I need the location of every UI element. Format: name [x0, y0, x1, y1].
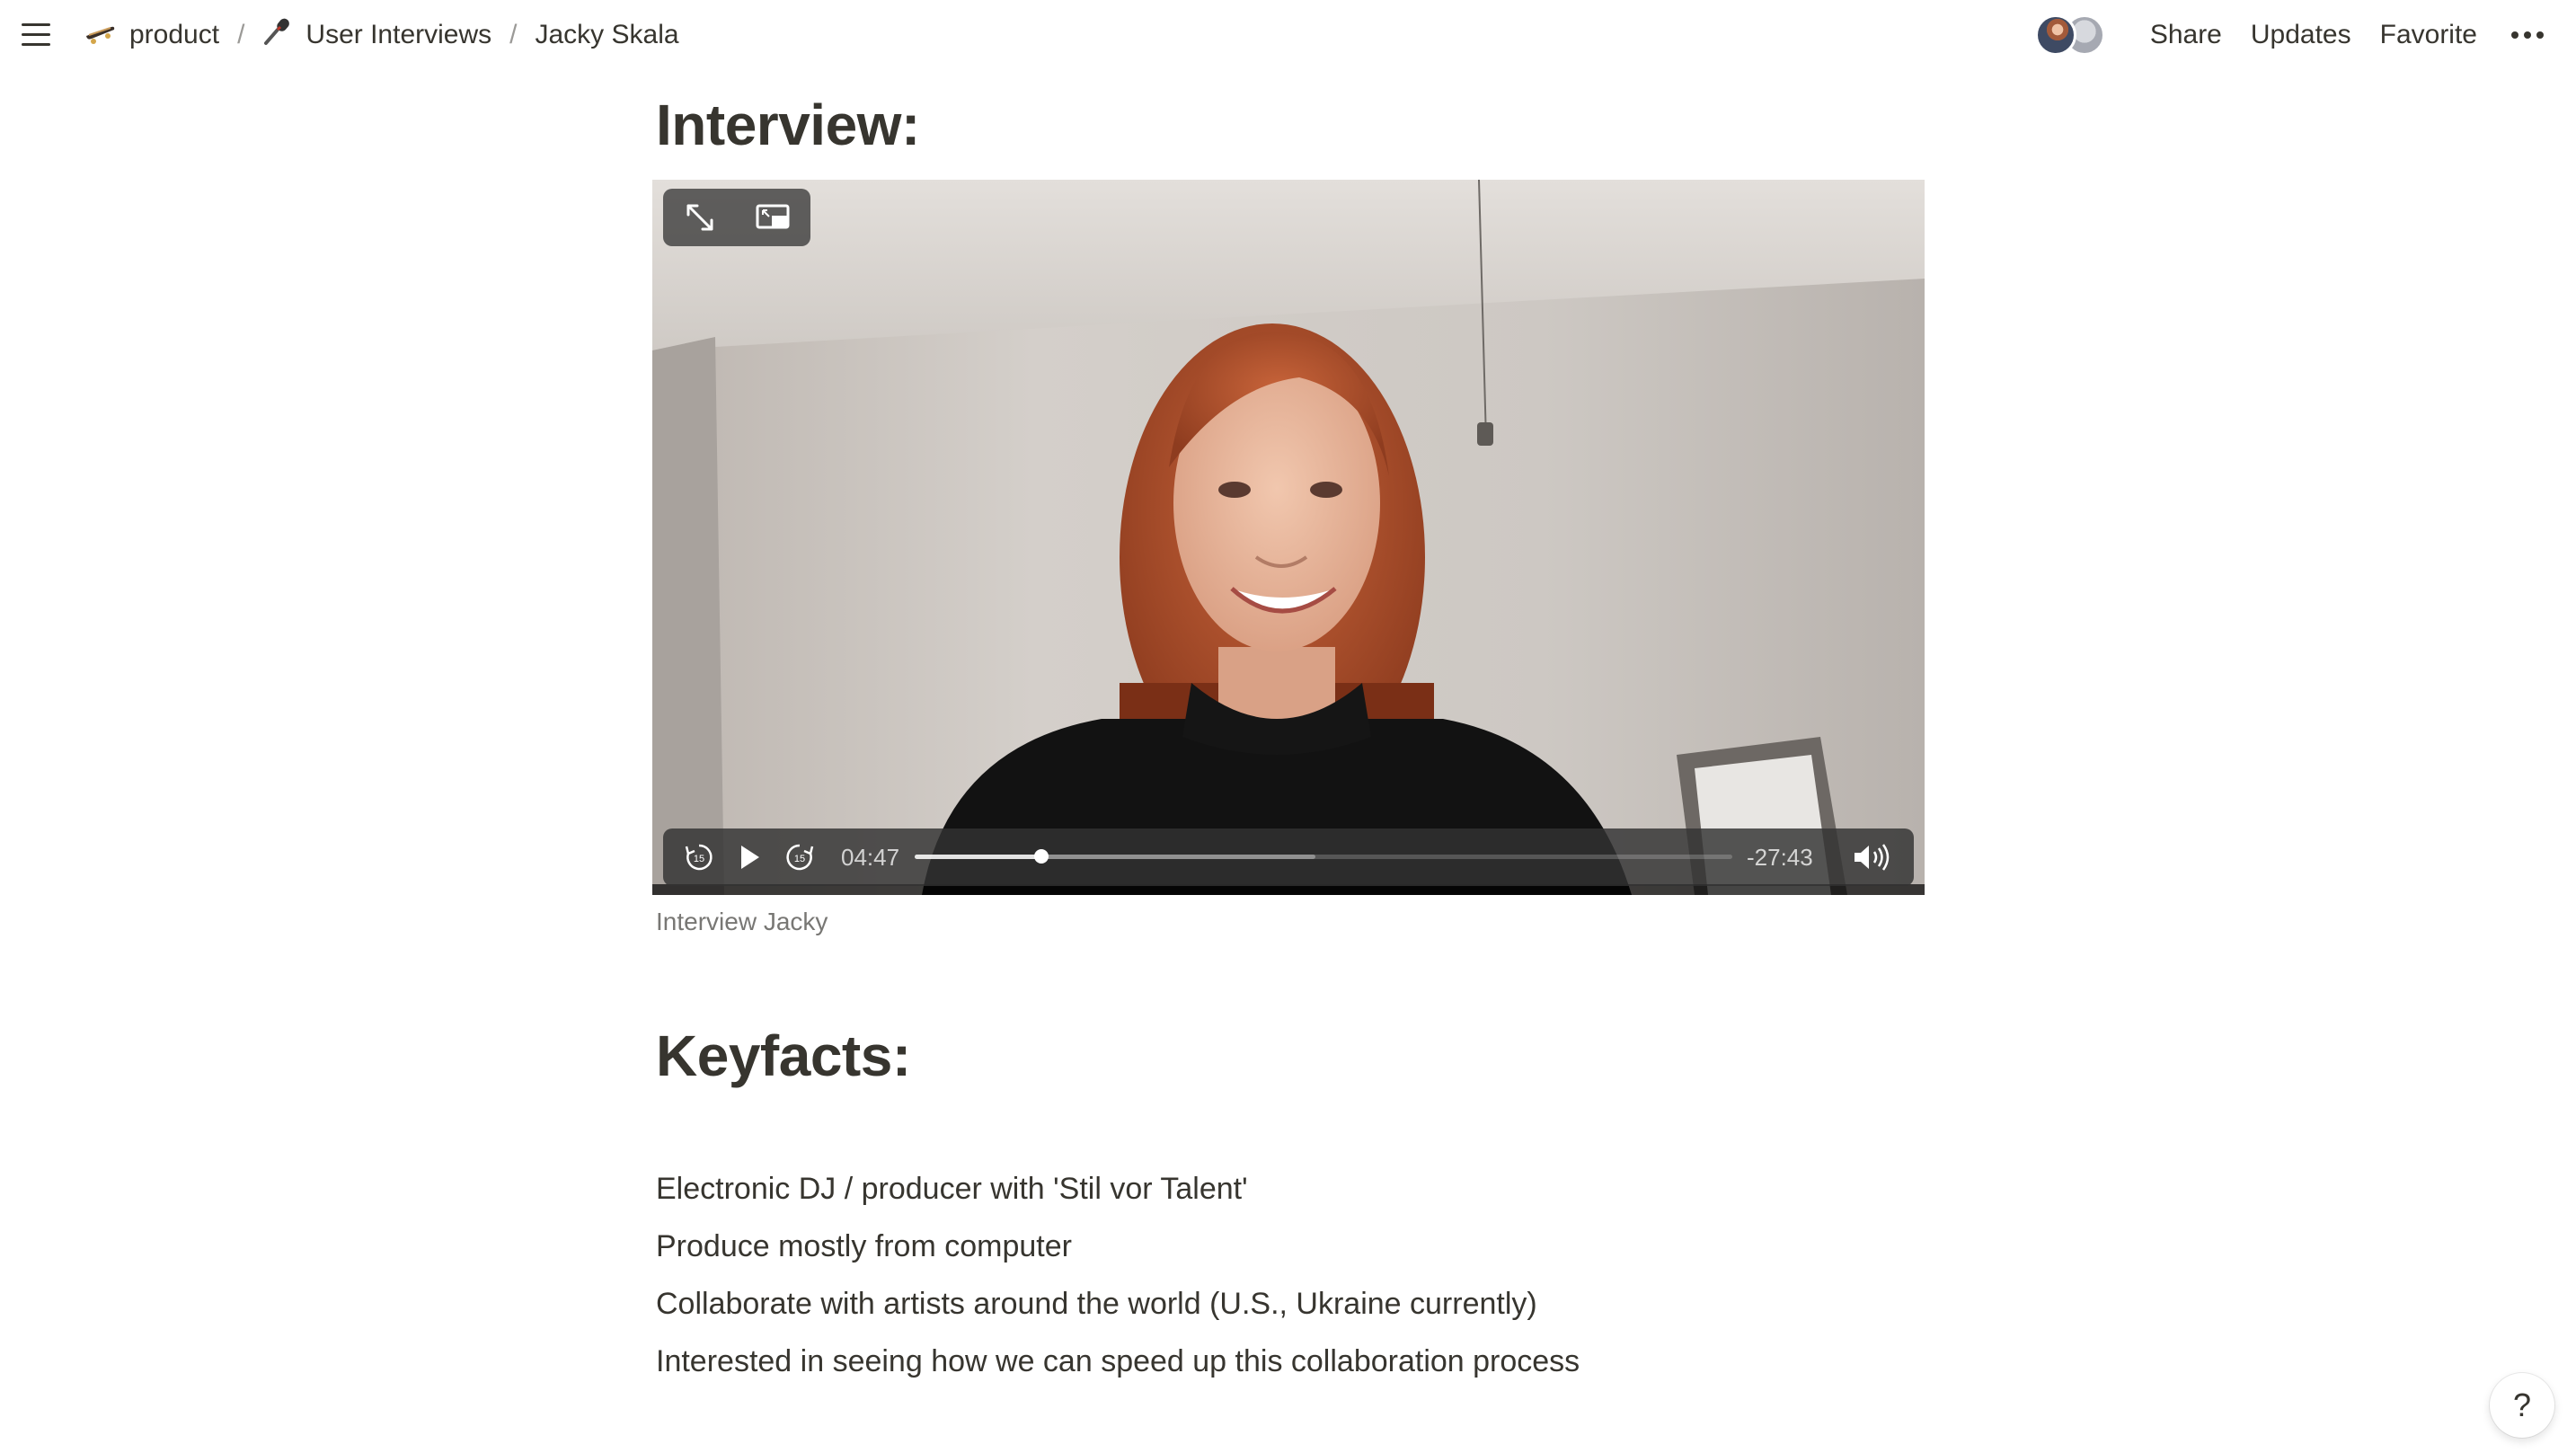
interview-heading: Interview: [656, 93, 920, 157]
progress-fill [915, 855, 1042, 859]
remaining-time: -27:43 [1747, 844, 1813, 871]
list-item: Collaborate with artists around the worl… [656, 1287, 1537, 1321]
avatar [2034, 14, 2076, 56]
picture-in-picture-icon[interactable] [756, 199, 792, 235]
list-item: Electronic DJ / producer with 'Stil vor … [656, 1172, 1248, 1206]
progress-bar[interactable] [915, 849, 1732, 864]
video-frame [652, 180, 1925, 895]
progress-knob[interactable] [1034, 849, 1049, 864]
updates-button[interactable]: Updates [2236, 20, 2366, 50]
forward-15-icon[interactable]: 15 [782, 839, 818, 875]
breadcrumb: product / User Interviews / Jacky Skala [79, 13, 685, 58]
breadcrumb-separator: / [237, 20, 245, 49]
video-top-controls [663, 189, 810, 246]
play-icon[interactable] [731, 839, 767, 875]
breadcrumb-label: product [129, 20, 220, 49]
breadcrumb-label: User Interviews [305, 20, 492, 49]
video-caption: Interview Jacky [656, 908, 828, 935]
list-item: Interested in seeing how we can speed up… [656, 1344, 1580, 1378]
svg-text:15: 15 [794, 854, 805, 864]
menu-icon[interactable] [20, 20, 52, 50]
skateboard-icon [84, 19, 117, 52]
fullscreen-icon[interactable] [682, 199, 718, 235]
breadcrumb-item-product[interactable]: product [79, 19, 225, 52]
breadcrumb-item-user-interviews[interactable]: User Interviews [257, 16, 497, 54]
top-bar: product / User Interviews / Jacky Skala … [0, 0, 2576, 70]
list-item: Produce mostly from computer [656, 1229, 1072, 1263]
rewind-15-icon[interactable]: 15 [681, 839, 717, 875]
more-options-icon[interactable] [2506, 26, 2549, 44]
breadcrumb-label: Jacky Skala [535, 20, 679, 49]
video-bottom-controls: 15 15 04:47 -27:43 [663, 828, 1914, 886]
keyfacts-heading: Keyfacts: [656, 1023, 911, 1088]
help-button[interactable]: ? [2490, 1373, 2554, 1438]
favorite-button[interactable]: Favorite [2366, 20, 2492, 50]
video-player[interactable]: 15 15 04:47 -27:43 [652, 180, 1925, 895]
svg-text:15: 15 [694, 854, 704, 864]
collaborator-avatars[interactable] [2034, 14, 2105, 56]
volume-icon[interactable] [1851, 839, 1894, 875]
current-time: 04:47 [841, 844, 900, 871]
breadcrumb-item-jacky-skala[interactable]: Jacky Skala [529, 20, 684, 50]
keyfacts-list: Electronic DJ / producer with 'Stil vor … [656, 1168, 1580, 1398]
share-button[interactable]: Share [2136, 20, 2236, 50]
breadcrumb-separator: / [509, 20, 518, 49]
microphone-icon [262, 16, 293, 54]
header-actions: Share Updates Favorite [2034, 13, 2549, 58]
